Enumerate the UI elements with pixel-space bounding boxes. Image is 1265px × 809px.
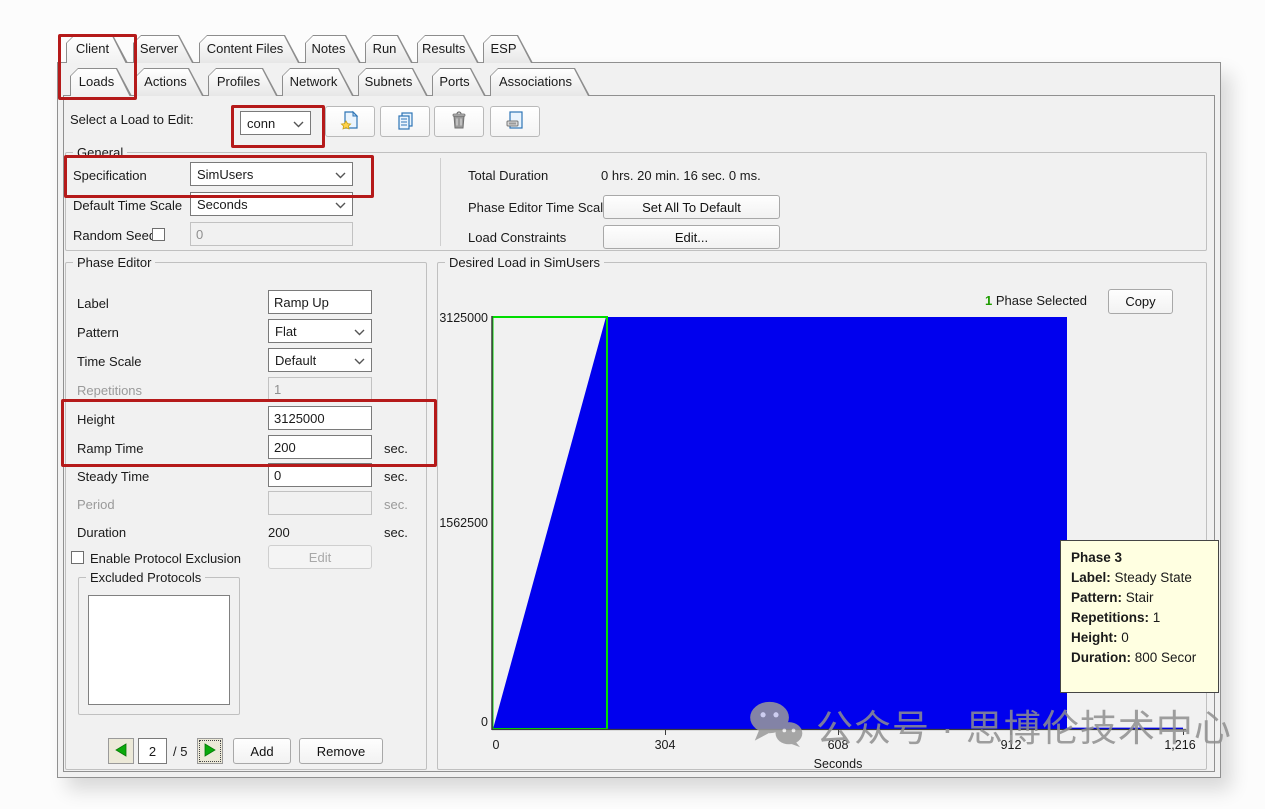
period-field[interactable] <box>268 491 372 515</box>
x-tick-label: 304 <box>655 738 676 752</box>
specification-label: Specification <box>73 168 147 183</box>
protocol-exclusion-edit-button[interactable]: Edit <box>268 545 372 569</box>
tab-associations[interactable]: Associations <box>490 68 590 96</box>
height-label: Height <box>77 412 115 427</box>
tab-subnets[interactable]: Subnets <box>358 68 428 96</box>
copy-load-button[interactable] <box>380 106 430 137</box>
duration-label: Duration <box>77 525 126 540</box>
arrow-right-icon <box>204 743 216 760</box>
repetitions-field[interactable] <box>268 377 372 401</box>
total-duration-value: 0 hrs. 20 min. 16 sec. 0 ms. <box>601 168 761 183</box>
load-chart[interactable]: 3125000 1562500 0 0 304 608 912 1,216 Se… <box>440 278 1202 778</box>
period-label: Period <box>77 497 115 512</box>
steady-time-input[interactable] <box>268 463 372 487</box>
new-load-button[interactable] <box>325 106 375 137</box>
ramp-time-label: Ramp Time <box>77 441 143 456</box>
chevron-down-icon <box>335 167 346 182</box>
new-document-icon <box>340 110 360 133</box>
rename-icon <box>505 110 525 133</box>
ramp-time-input[interactable] <box>268 435 372 459</box>
load-constraints-label: Load Constraints <box>468 230 566 245</box>
select-load-label: Select a Load to Edit: <box>70 112 194 127</box>
y-tick-label: 0 <box>481 715 488 729</box>
x-tick-label: 912 <box>1001 738 1022 752</box>
enable-protocol-exclusion-checkbox[interactable] <box>71 551 84 564</box>
tab-network[interactable]: Network <box>282 68 354 96</box>
tab-client[interactable]: Client <box>66 35 128 63</box>
tab-notes[interactable]: Notes <box>305 35 361 63</box>
period-unit: sec. <box>384 497 408 512</box>
repetitions-label: Repetitions <box>77 383 142 398</box>
tab-profiles[interactable]: Profiles <box>208 68 278 96</box>
tab-ports[interactable]: Ports <box>432 68 486 96</box>
tooltip-title: Phase 3 <box>1071 550 1122 565</box>
y-tick-label: 3125000 <box>440 311 488 325</box>
x-axis-title: Seconds <box>814 757 863 771</box>
phase-number-input[interactable] <box>138 738 167 764</box>
general-group-legend: General <box>73 145 127 160</box>
copy-documents-icon <box>395 110 415 133</box>
next-phase-button[interactable] <box>197 738 223 764</box>
application-window: Client Server Content Files Notes Run Re… <box>0 0 1265 809</box>
delete-load-button[interactable] <box>434 106 484 137</box>
phase-editor-time-scales-label: Phase Editor Time Scales <box>468 200 617 215</box>
excluded-protocols-list[interactable] <box>88 595 230 705</box>
load-area[interactable] <box>493 317 1067 729</box>
total-duration-label: Total Duration <box>468 168 548 183</box>
load-constraints-edit-button[interactable]: Edit... <box>603 225 780 249</box>
default-time-scale-label: Default Time Scale <box>73 198 182 213</box>
enable-protocol-exclusion-label: Enable Protocol Exclusion <box>90 551 241 566</box>
duration-unit: sec. <box>384 525 408 540</box>
general-divider <box>440 158 441 246</box>
excluded-protocols-legend: Excluded Protocols <box>86 570 205 585</box>
ramp-time-unit: sec. <box>384 441 408 456</box>
tab-run[interactable]: Run <box>365 35 413 63</box>
tab-server[interactable]: Server <box>133 35 194 63</box>
chevron-down-icon <box>354 324 365 339</box>
height-input[interactable] <box>268 406 372 430</box>
tab-loads[interactable]: Loads <box>70 68 132 96</box>
tab-esp[interactable]: ESP <box>483 35 533 63</box>
arrow-left-icon <box>115 743 127 760</box>
x-tick-label: 608 <box>828 738 849 752</box>
desired-load-legend: Desired Load in SimUsers <box>445 255 604 270</box>
phase-label-label: Label <box>77 296 109 311</box>
phase-total-label: / 5 <box>173 744 187 759</box>
trash-icon <box>449 110 469 133</box>
x-tick-label: 0 <box>493 738 500 752</box>
time-scale-combo[interactable]: Default <box>268 348 372 372</box>
add-phase-button[interactable]: Add <box>233 738 291 764</box>
phase-tooltip: Phase 3 Label: Steady State Pattern: Sta… <box>1060 540 1219 693</box>
random-seed-label: Random Seed <box>73 228 156 243</box>
steady-time-unit: sec. <box>384 469 408 484</box>
tab-content-files[interactable]: Content Files <box>199 35 300 63</box>
set-all-to-default-button[interactable]: Set All To Default <box>603 195 780 219</box>
random-seed-checkbox[interactable] <box>152 228 165 241</box>
pattern-label: Pattern <box>77 325 119 340</box>
duration-value: 200 <box>268 525 290 540</box>
steady-time-label: Steady Time <box>77 469 149 484</box>
rename-load-button[interactable] <box>490 106 540 137</box>
previous-phase-button[interactable] <box>108 738 134 764</box>
tab-actions[interactable]: Actions <box>136 68 204 96</box>
chevron-down-icon <box>354 353 365 368</box>
pattern-combo[interactable]: Flat <box>268 319 372 343</box>
phase-editor-legend: Phase Editor <box>73 255 155 270</box>
random-seed-field[interactable] <box>190 222 353 246</box>
y-tick-label: 1562500 <box>440 516 488 530</box>
chevron-down-icon <box>293 116 304 131</box>
load-select-combo[interactable]: conn <box>240 111 311 135</box>
phase-label-input[interactable] <box>268 290 372 314</box>
remove-phase-button[interactable]: Remove <box>299 738 383 764</box>
tab-results[interactable]: Results <box>417 35 479 63</box>
x-tick-label: 1,216 <box>1164 738 1195 752</box>
default-time-scale-combo[interactable]: Seconds <box>190 192 353 216</box>
chevron-down-icon <box>335 197 346 212</box>
specification-combo[interactable]: SimUsers <box>190 162 353 186</box>
time-scale-label: Time Scale <box>77 354 142 369</box>
